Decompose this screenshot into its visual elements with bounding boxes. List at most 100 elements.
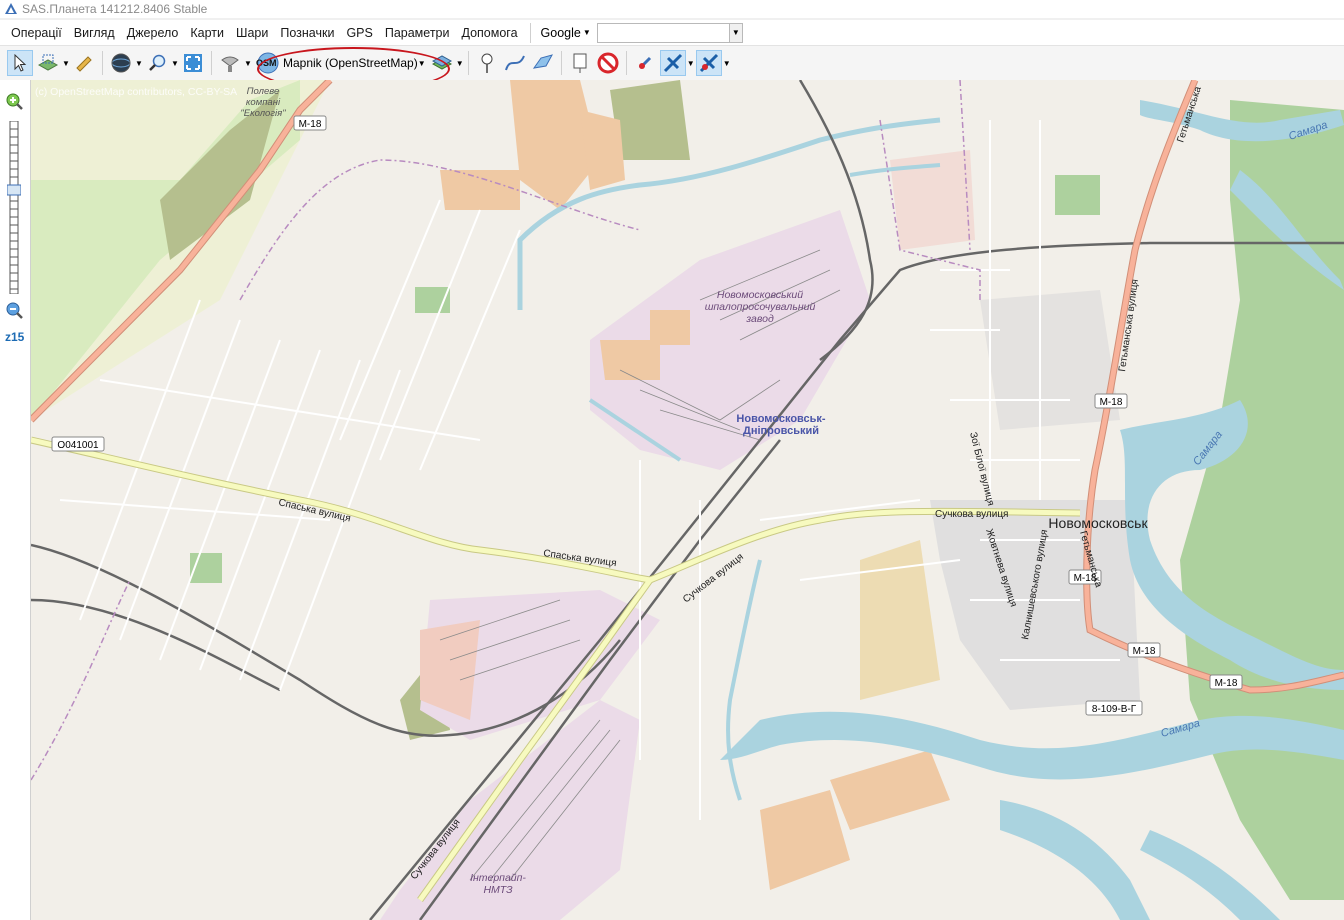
chevron-down-icon[interactable]: ▼ [723, 59, 731, 68]
svg-text:M-18: M-18 [1133, 646, 1156, 657]
gps-track-icon [663, 53, 682, 73]
menu-maps[interactable]: Карти [184, 20, 230, 45]
osm-logo-icon: OSM [256, 52, 279, 74]
globe-button[interactable] [108, 50, 134, 76]
zoom-slider[interactable] [7, 121, 21, 294]
svg-text:OSM: OSM [256, 58, 277, 68]
map-svg[interactable]: M-18 O041001 M-18 M-18 M-18 M-18 8-109-В… [31, 80, 1344, 920]
toolbar-separator [467, 51, 469, 75]
menu-operations[interactable]: Операції [5, 20, 68, 45]
zoom-slider-handle [7, 184, 21, 196]
map-source-label: Mapnik (OpenStreetMap) [283, 56, 418, 70]
svg-text:Інтерпайп-: Інтерпайп- [470, 872, 526, 884]
gps-center-button[interactable] [695, 50, 722, 76]
chevron-down-icon: ▼ [582, 28, 591, 37]
settlement-area [830, 750, 950, 830]
zoom-out-icon[interactable] [4, 301, 24, 321]
pin-icon [481, 53, 493, 73]
fullscreen-icon [184, 54, 202, 72]
settlement-area [440, 170, 520, 210]
cursor-arrow-icon [14, 54, 27, 72]
polygon-icon [532, 54, 553, 69]
svg-text:Новомосковський: Новомосковський [717, 289, 803, 301]
fullscreen-button[interactable] [180, 50, 206, 76]
zoom-level-label: z15 [5, 330, 25, 344]
path-icon [504, 55, 525, 71]
select-area-icon [37, 54, 59, 71]
placemarks-list-button[interactable] [567, 50, 593, 76]
chevron-down-icon[interactable]: ▼ [728, 23, 742, 42]
svg-text:M-18: M-18 [1215, 678, 1238, 689]
menu-view[interactable]: Вигляд [68, 20, 121, 45]
svg-text:завод: завод [745, 313, 774, 325]
app-icon [5, 3, 17, 14]
move-tool-button[interactable] [7, 50, 33, 76]
satellite-button[interactable] [217, 50, 243, 76]
ruler-icon [76, 56, 92, 72]
map-attribution: (c) OpenStreetMap contributors, CC-BY-SA [35, 86, 238, 98]
gps-connect-button[interactable] [632, 50, 658, 76]
toolbar-separator [560, 51, 562, 75]
chevron-down-icon[interactable]: ▼ [62, 59, 70, 68]
title-bar: SAS.Планета 141212.8406 Stable [0, 0, 1344, 18]
zoom-in-icon[interactable] [4, 92, 24, 112]
add-path-button[interactable] [502, 50, 528, 76]
svg-text:НМТЗ: НМТЗ [483, 884, 513, 896]
satellite-dish-icon [221, 56, 239, 72]
chevron-down-icon[interactable]: ▼ [687, 59, 695, 68]
chevron-down-icon[interactable]: ▼ [244, 59, 252, 68]
layers-button[interactable] [429, 50, 455, 76]
search-button[interactable] [144, 50, 170, 76]
menu-layers[interactable]: Шари [230, 20, 274, 45]
settlement-area [760, 790, 850, 890]
menu-bar: Операції Вигляд Джерело Карти Шари Позна… [0, 20, 1344, 46]
toolbar-separator [625, 51, 627, 75]
window-title: SAS.Планета 141212.8406 Stable [22, 2, 208, 16]
svg-text:8-109-В-Г: 8-109-В-Г [1092, 704, 1137, 715]
menu-placemarks[interactable]: Позначки [274, 20, 340, 45]
placemark-list-icon [573, 53, 587, 73]
chevron-down-icon[interactable]: ▼ [456, 59, 464, 68]
hide-placemarks-button[interactable] [595, 50, 621, 76]
settlement-area [600, 340, 660, 380]
map-canvas[interactable]: M-18 O041001 M-18 M-18 M-18 M-18 8-109-В… [31, 80, 1344, 920]
search-input[interactable]: ▼ [596, 22, 743, 43]
river [1000, 800, 1150, 920]
add-polygon-button[interactable] [530, 50, 556, 76]
ruler-button[interactable] [71, 50, 97, 76]
magnifier-icon [149, 54, 166, 71]
menu-gps[interactable]: GPS [340, 20, 378, 45]
toolbar-separator [211, 51, 212, 75]
menu-separator [529, 22, 531, 43]
svg-text:M-18: M-18 [299, 119, 322, 130]
residential-area [980, 290, 1120, 430]
gps-track-button[interactable] [659, 50, 686, 76]
gps-satellite-icon [638, 56, 651, 70]
svg-text:Сучкова вулиця: Сучкова вулиця [935, 509, 1008, 520]
chevron-down-icon: ▼ [417, 58, 426, 68]
chevron-down-icon[interactable]: ▼ [171, 59, 179, 68]
toolbar: ▼ ▼ ▼ ▼ OSM Mapnik (OpenStreetMap) ▼ ▼ ▼… [0, 46, 1344, 81]
canal [726, 559, 762, 801]
select-area-button[interactable] [35, 50, 61, 76]
city-label: Новомосковськ [1048, 515, 1148, 531]
no-entry-icon [597, 52, 619, 74]
chevron-down-icon[interactable]: ▼ [135, 59, 143, 68]
svg-text:Новомосковськ-: Новомосковськ- [736, 413, 825, 425]
menu-help[interactable]: Допомога [455, 20, 523, 45]
layers-icon [431, 55, 452, 70]
grass-patch [1055, 175, 1100, 215]
toolbar-separator [102, 51, 103, 75]
menu-source[interactable]: Джерело [121, 20, 185, 45]
settlement-area [650, 310, 690, 345]
search-provider-select[interactable]: Google ▼ [537, 26, 595, 40]
svg-text:O041001: O041001 [57, 440, 99, 451]
svg-text:Зої Білої вулиця: Зої Білої вулиця [967, 431, 996, 507]
menu-settings[interactable]: Параметри [379, 20, 456, 45]
zoom-panel: z15 [0, 80, 31, 920]
map-source-select[interactable]: OSM Mapnik (OpenStreetMap) ▼ [254, 50, 428, 76]
station-label: Новомосковськ- Дніпровський [736, 413, 825, 437]
svg-text:шпалопросочувальний: шпалопросочувальний [705, 301, 816, 313]
svg-text:M-18: M-18 [1100, 397, 1123, 408]
add-placemark-button[interactable] [474, 50, 500, 76]
